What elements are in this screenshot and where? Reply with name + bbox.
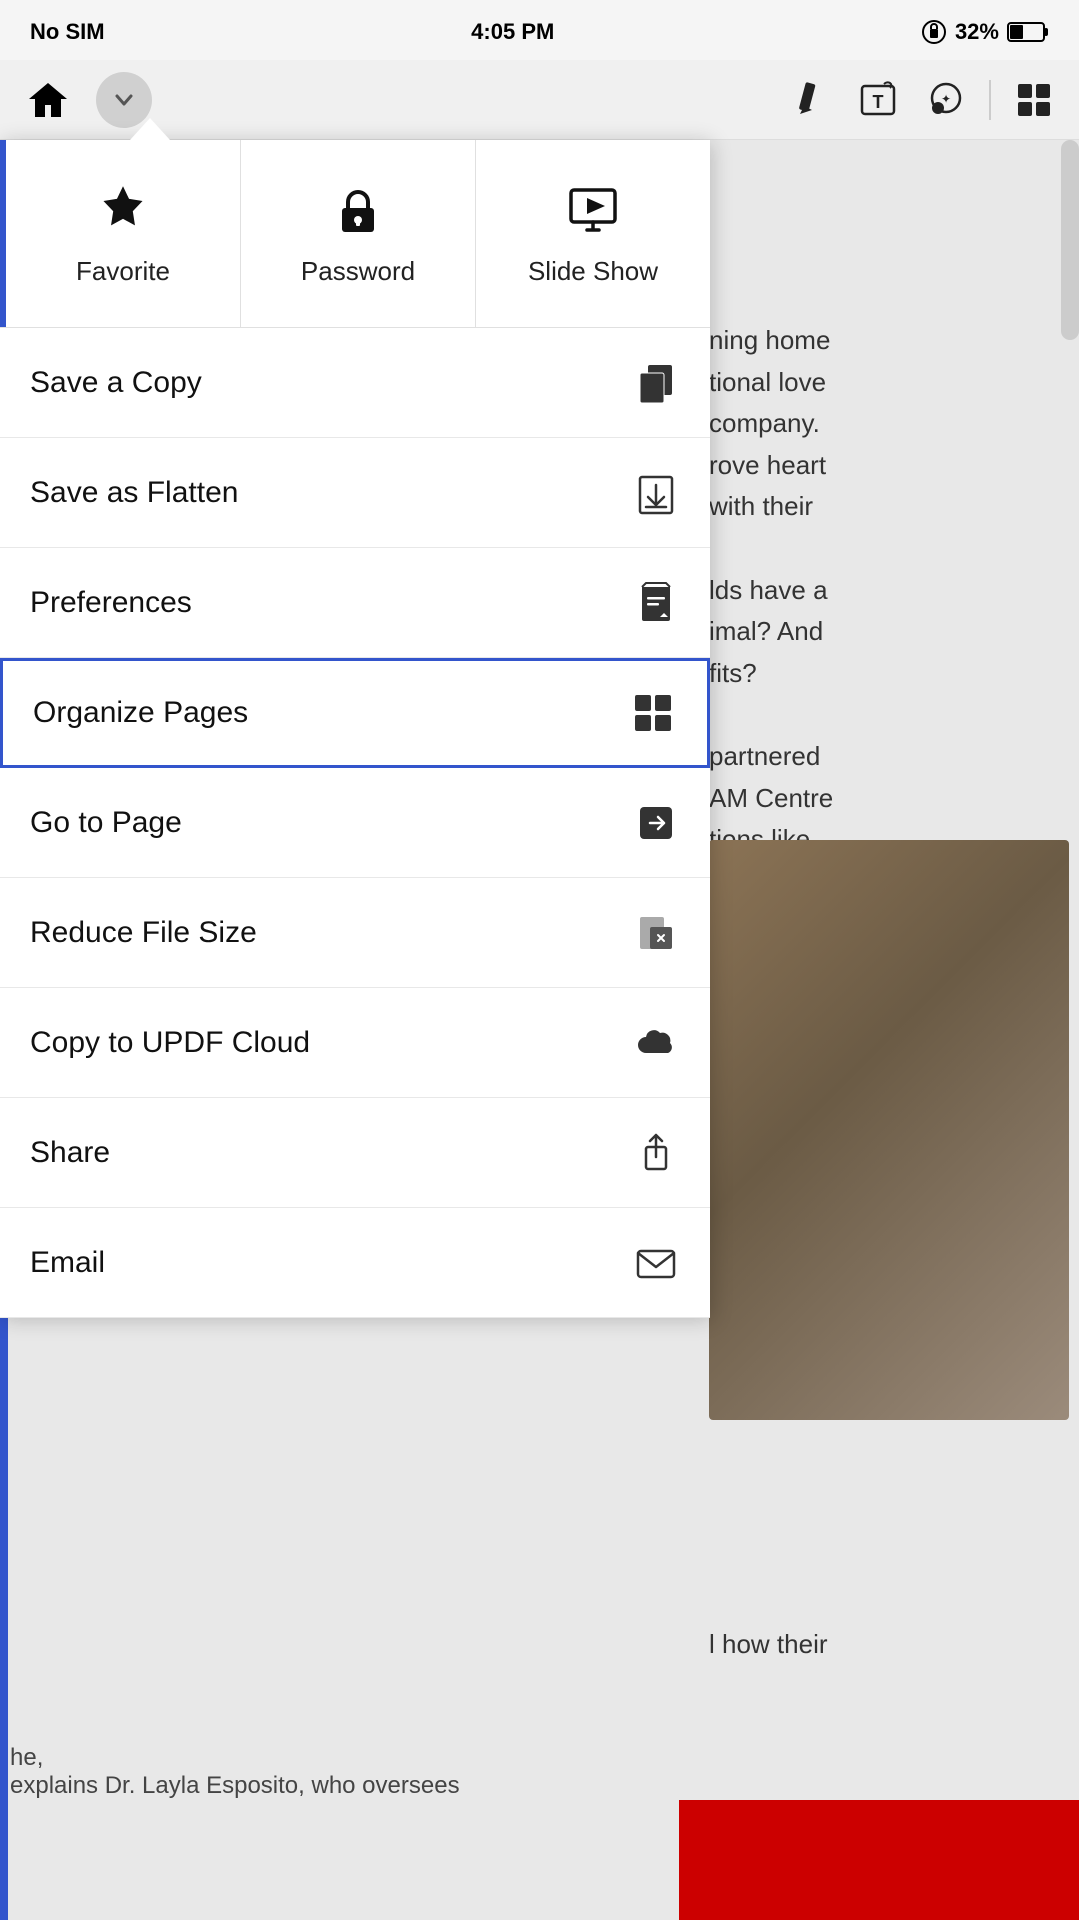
menu-slideshow-item[interactable]: Slide Show [476, 140, 710, 327]
status-right: 32% [921, 19, 1049, 45]
copy-icon [632, 359, 680, 407]
bg-bottom-right-text: l how their [709, 1629, 1069, 1660]
menu-save-flatten-item[interactable]: Save as Flatten [0, 438, 710, 548]
toolbar-divider [989, 80, 991, 120]
save-flatten-label: Save as Flatten [30, 476, 238, 510]
carrier-label: No SIM [30, 19, 105, 45]
status-bar: No SIM 4:05 PM 32% [0, 0, 1079, 60]
bg-bottom-text: he, explains Dr. Layla Esposito, who ove… [10, 1744, 1069, 1800]
grid-button[interactable] [1009, 75, 1059, 125]
flatten-icon [632, 469, 680, 517]
menu-preferences-item[interactable]: Preferences [0, 548, 710, 658]
home-button[interactable] [20, 72, 76, 128]
bg-red-block [679, 1800, 1079, 1920]
slideshow-label: Slide Show [528, 256, 658, 287]
email-label: Email [30, 1246, 105, 1280]
save-copy-label: Save a Copy [30, 366, 202, 400]
menu-reduce-file-item[interactable]: Reduce File Size [0, 878, 710, 988]
toolbar-icons: T ✦ [785, 75, 1059, 125]
menu-organize-pages-item[interactable]: Organize Pages [0, 658, 710, 768]
share-icon [632, 1129, 680, 1177]
reduce-file-label: Reduce File Size [30, 916, 257, 950]
preferences-label: Preferences [30, 586, 192, 620]
svg-text:T: T [873, 92, 884, 112]
email-icon [632, 1239, 680, 1287]
scrollbar[interactable] [1061, 140, 1079, 340]
bg-image [709, 840, 1069, 1420]
menu-go-to-page-item[interactable]: Go to Page [0, 768, 710, 878]
annotate-button[interactable] [785, 75, 835, 125]
organize-pages-label: Organize Pages [33, 696, 248, 730]
battery-percentage: 32% [955, 19, 999, 45]
slideshow-icon [563, 180, 623, 240]
organize-pages-icon [629, 689, 677, 737]
lock-rotate-icon [921, 19, 947, 45]
preferences-icon [632, 579, 680, 627]
ai-button[interactable]: ✦ [921, 75, 971, 125]
go-to-page-icon [632, 799, 680, 847]
go-to-page-label: Go to Page [30, 806, 182, 840]
menu-share-item[interactable]: Share [0, 1098, 710, 1208]
menu-arrow [130, 118, 170, 140]
menu-email-item[interactable]: Email [0, 1208, 710, 1318]
menu-copy-cloud-item[interactable]: Copy to UPDF Cloud [0, 988, 710, 1098]
time-label: 4:05 PM [471, 19, 554, 45]
battery-icon [1007, 21, 1049, 43]
password-icon [328, 180, 388, 240]
menu-password-item[interactable]: Password [241, 140, 476, 327]
favorite-icon [93, 180, 153, 240]
menu-icon-row: Favorite Password [0, 140, 710, 328]
menu-save-copy-item[interactable]: Save a Copy [0, 328, 710, 438]
copy-cloud-label: Copy to UPDF Cloud [30, 1026, 310, 1060]
cloud-icon [632, 1019, 680, 1067]
password-label: Password [301, 256, 415, 287]
favorite-label: Favorite [76, 256, 170, 287]
menu-favorite-item[interactable]: Favorite [0, 140, 241, 327]
text-tool-button[interactable]: T [853, 75, 903, 125]
svg-text:✦: ✦ [941, 92, 951, 106]
reduce-file-icon [632, 909, 680, 957]
share-label: Share [30, 1136, 110, 1170]
dropdown-menu: Favorite Password [0, 140, 710, 1318]
